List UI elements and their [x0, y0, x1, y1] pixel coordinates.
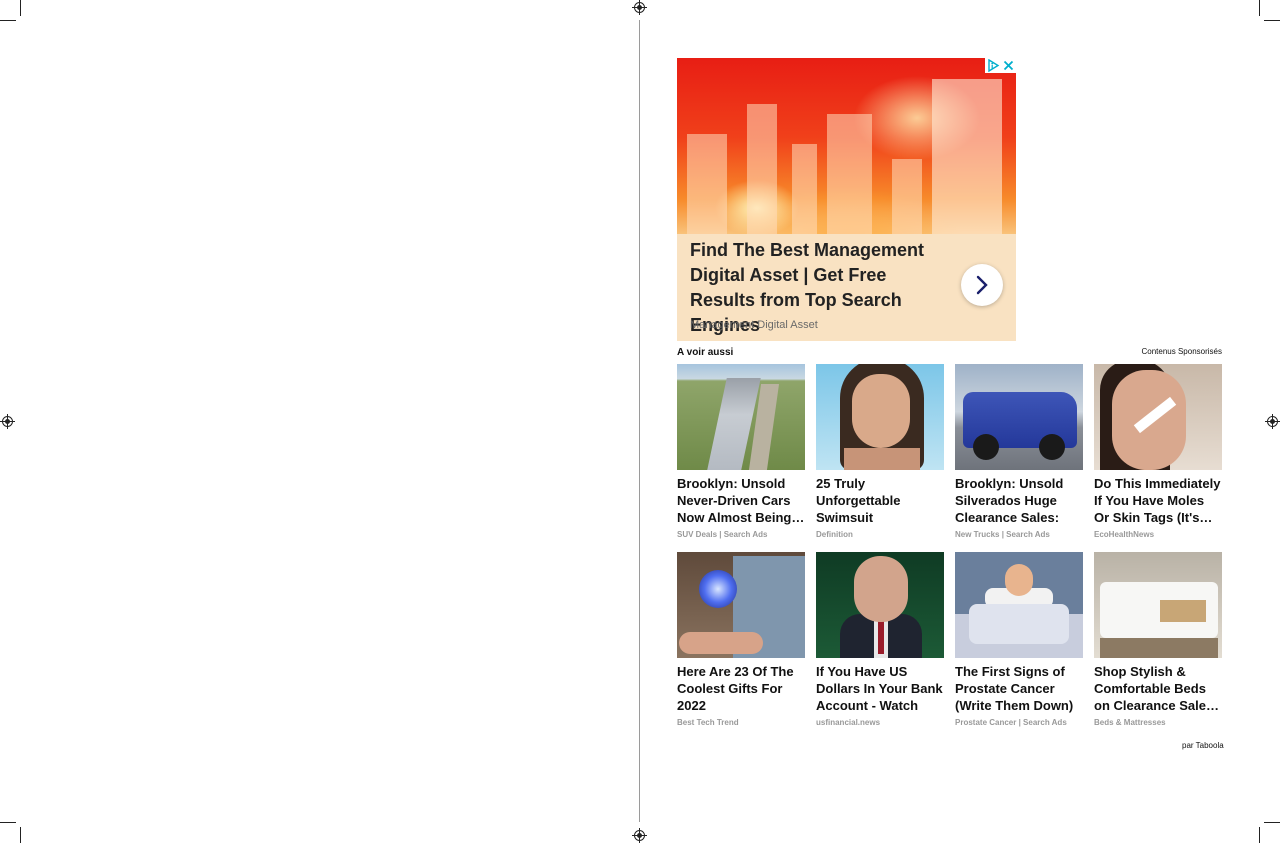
recommendation-card[interactable]: If You Have US Dollars In Your Bank Acco… — [816, 552, 944, 727]
page-fold-line — [639, 20, 640, 822]
ad-source: Management Digital Asset — [690, 319, 818, 331]
card-title[interactable]: Brooklyn: Unsold Silverados Huge Clearan… — [955, 475, 1083, 526]
card-source: New Trucks | Search Ads — [955, 530, 1050, 539]
card-title[interactable]: If You Have US Dollars In Your Bank Acco… — [816, 663, 944, 714]
recommendation-card[interactable]: Shop Stylish & Comfortable Beds on Clear… — [1094, 552, 1222, 727]
crop-mark — [0, 20, 16, 21]
card-thumbnail[interactable] — [677, 364, 805, 470]
recommendation-card[interactable]: Here Are 23 Of The Coolest Gifts For 202… — [677, 552, 805, 727]
card-source: EcoHealthNews — [1094, 530, 1155, 539]
adchoices-icon[interactable] — [987, 59, 1000, 72]
card-title[interactable]: Here Are 23 Of The Coolest Gifts For 202… — [677, 663, 805, 714]
card-thumbnail[interactable] — [816, 364, 944, 470]
recommendation-card[interactable]: The First Signs of Prostate Cancer (Writ… — [955, 552, 1083, 727]
card-source: Prostate Cancer | Search Ads — [955, 718, 1067, 727]
widget-title: A voir aussi — [677, 347, 734, 358]
crop-mark — [1259, 827, 1260, 843]
crop-mark — [20, 0, 21, 16]
recommendation-card[interactable]: Brooklyn: Unsold Never-Driven Cars Now A… — [677, 364, 805, 539]
card-source: SUV Deals | Search Ads — [677, 530, 768, 539]
card-thumbnail[interactable] — [1094, 552, 1222, 658]
card-source: Definition — [816, 530, 853, 539]
sponsored-label[interactable]: Contenus Sponsorisés — [1142, 347, 1223, 356]
chevron-right-icon[interactable] — [961, 264, 1003, 306]
card-thumbnail[interactable] — [955, 552, 1083, 658]
card-title[interactable]: 25 Truly Unforgettable Swimsuit Moments… — [816, 475, 944, 526]
display-ad[interactable]: Find The Best Management Digital Asset |… — [677, 58, 1016, 341]
card-thumbnail[interactable] — [816, 552, 944, 658]
provider-credit[interactable]: par Taboola — [1182, 741, 1224, 750]
ad-image — [677, 58, 1016, 234]
registration-mark — [1265, 414, 1280, 429]
registration-mark — [632, 0, 647, 15]
ad-text-panel: Find The Best Management Digital Asset |… — [677, 234, 1016, 341]
recommendation-card[interactable]: 25 Truly Unforgettable Swimsuit Moments…… — [816, 364, 944, 539]
card-title[interactable]: Do This Immediately If You Have Moles Or… — [1094, 475, 1222, 526]
card-source: usfinancial.news — [816, 718, 881, 727]
card-thumbnail[interactable] — [955, 364, 1083, 470]
card-title[interactable]: The First Signs of Prostate Cancer (Writ… — [955, 663, 1083, 714]
card-source: Beds & Mattresses — [1094, 718, 1166, 727]
card-thumbnail[interactable] — [1094, 364, 1222, 470]
card-source: Best Tech Trend — [677, 718, 739, 727]
registration-mark — [0, 414, 15, 429]
close-icon[interactable] — [1002, 59, 1015, 72]
crop-mark — [1259, 0, 1260, 16]
recommendation-card[interactable]: Do This Immediately If You Have Moles Or… — [1094, 364, 1222, 539]
card-thumbnail[interactable] — [677, 552, 805, 658]
card-title[interactable]: Brooklyn: Unsold Never-Driven Cars Now A… — [677, 475, 805, 526]
registration-mark — [632, 828, 647, 843]
crop-mark — [1264, 20, 1280, 21]
crop-mark — [20, 827, 21, 843]
ad-choices-bar — [985, 58, 1016, 73]
recommendation-card[interactable]: Brooklyn: Unsold Silverados Huge Clearan… — [955, 364, 1083, 539]
crop-mark — [0, 822, 16, 823]
widget-header: A voir aussi Contenus Sponsorisés — [677, 347, 1222, 361]
crop-mark — [1264, 822, 1280, 823]
card-title[interactable]: Shop Stylish & Comfortable Beds on Clear… — [1094, 663, 1222, 714]
